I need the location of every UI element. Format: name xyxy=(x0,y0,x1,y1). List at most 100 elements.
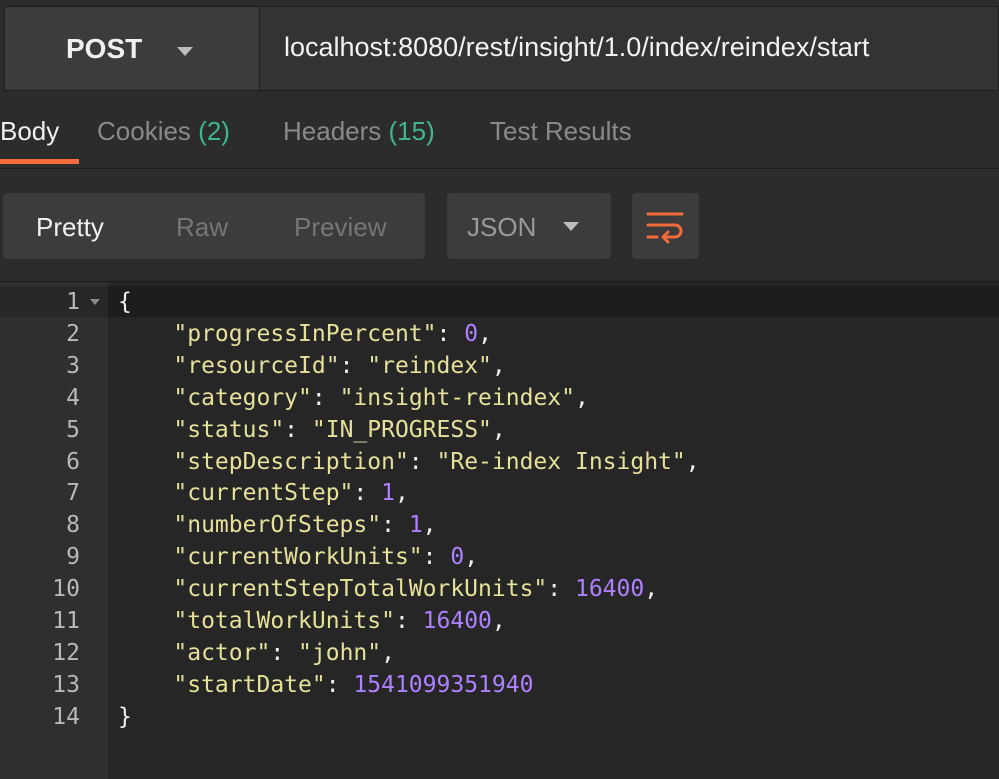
active-tab-indicator xyxy=(0,159,79,164)
line-number: 12 xyxy=(52,639,80,666)
json-value: 16400 xyxy=(574,576,645,603)
request-bar: POST localhost:8080/rest/insight/1.0/ind… xyxy=(0,0,999,97)
tab-label: Body xyxy=(0,116,60,146)
json-comma: , xyxy=(644,576,659,603)
json-comma: , xyxy=(491,352,506,379)
format-label: JSON xyxy=(467,212,537,242)
code-line: 4 "category": "insight-reindex", xyxy=(0,382,999,414)
tab-label: Cookies xyxy=(97,116,191,146)
url-input[interactable]: localhost:8080/rest/insight/1.0/index/re… xyxy=(259,6,999,91)
line-number: 5 xyxy=(66,416,80,443)
json-value: 0 xyxy=(464,320,479,347)
line-number: 4 xyxy=(66,384,80,411)
code-line: 5 "status": "IN_PROGRESS", xyxy=(0,414,999,446)
json-key: "stepDescription" xyxy=(173,448,409,475)
json-value: 1 xyxy=(408,512,423,539)
view-mode-group: Pretty Raw Preview xyxy=(3,193,425,259)
code-text: "startDate": 1541099351940 xyxy=(118,669,533,701)
view-raw-button[interactable]: Raw xyxy=(176,212,228,243)
json-value: "john" xyxy=(298,639,382,666)
code-text: } xyxy=(118,701,132,733)
tab-cookies[interactable]: Cookies (2) xyxy=(97,116,230,147)
tab-label: Test Results xyxy=(490,116,632,146)
view-pretty-button[interactable]: Pretty xyxy=(36,212,104,243)
json-value: 1 xyxy=(381,480,395,507)
json-key: "actor" xyxy=(173,639,271,666)
format-select[interactable]: JSON xyxy=(447,193,611,259)
json-key: "startDate" xyxy=(173,671,326,698)
code-text: "numberOfSteps": 1, xyxy=(118,509,437,541)
json-key: "resourceId" xyxy=(173,352,340,379)
json-key: "progressInPercent" xyxy=(173,320,437,347)
json-comma: , xyxy=(478,320,492,347)
tab-headers[interactable]: Headers (15) xyxy=(283,116,435,147)
json-comma: , xyxy=(574,384,589,411)
code-line: 8 "numberOfSteps": 1, xyxy=(0,509,999,541)
json-comma: , xyxy=(422,512,437,539)
tab-label: Headers xyxy=(283,116,382,146)
tab-body[interactable]: Body xyxy=(0,116,59,147)
code-text: "totalWorkUnits": 16400, xyxy=(118,605,506,637)
line-number: 9 xyxy=(66,544,80,571)
line-number: 1 xyxy=(66,289,80,315)
json-value: 1541099351940 xyxy=(353,671,534,698)
code-text: "currentStep": 1, xyxy=(118,477,409,509)
json-key: "category" xyxy=(173,384,312,411)
json-comma: , xyxy=(464,544,479,571)
code-line: 12 "actor": "john", xyxy=(0,637,999,669)
view-preview-button[interactable]: Preview xyxy=(294,212,386,243)
line-number: 6 xyxy=(66,448,80,475)
response-body-editor[interactable]: 1{2 "progressInPercent": 0, 3 "resourceId… xyxy=(0,281,999,779)
chevron-down-icon xyxy=(563,222,579,231)
json-colon: : xyxy=(436,320,465,347)
tab-count: (2) xyxy=(198,116,230,146)
line-number: 3 xyxy=(66,352,80,379)
json-key: "totalWorkUnits" xyxy=(173,608,395,634)
json-colon: : xyxy=(394,608,423,634)
code-text: { xyxy=(118,286,132,318)
json-colon: : xyxy=(339,352,368,379)
json-colon: : xyxy=(353,480,382,507)
chevron-down-icon xyxy=(177,47,193,56)
line-number: 2 xyxy=(66,320,80,347)
json-comma: , xyxy=(685,448,700,475)
code-line: 1{ xyxy=(0,286,999,318)
line-number: 8 xyxy=(66,512,80,539)
wrap-lines-button[interactable] xyxy=(632,193,699,259)
json-brace: { xyxy=(118,289,132,315)
code-text: "currentStepTotalWorkUnits": 16400, xyxy=(118,573,658,605)
json-key: "status" xyxy=(173,416,285,443)
tab-test-results[interactable]: Test Results xyxy=(490,116,632,147)
json-comma: , xyxy=(491,416,506,443)
code-text: "currentWorkUnits": 0, xyxy=(118,541,478,573)
json-key: "currentStep" xyxy=(173,480,354,507)
code-line: 10 "currentStepTotalWorkUnits": 16400, xyxy=(0,573,999,605)
json-brace: } xyxy=(118,703,132,730)
line-number: 11 xyxy=(52,608,80,634)
json-comma: , xyxy=(491,608,506,634)
json-value: 16400 xyxy=(422,608,492,634)
json-colon: : xyxy=(284,416,312,443)
response-tabs: Body Cookies (2) Headers (15) Test Resul… xyxy=(0,106,999,169)
json-key: "currentStepTotalWorkUnits" xyxy=(173,576,548,603)
wrap-lines-icon xyxy=(646,212,684,244)
method-select[interactable]: POST xyxy=(4,6,259,91)
json-colon: : xyxy=(270,639,299,666)
code-text: "status": "IN_PROGRESS", xyxy=(118,414,506,446)
code-line: 11 "totalWorkUnits": 16400, xyxy=(0,605,999,637)
tab-count: (15) xyxy=(388,116,435,146)
code-text: "actor": "john", xyxy=(118,637,395,669)
json-comma: , xyxy=(394,480,409,507)
json-value: "Re-index Insight" xyxy=(436,448,686,475)
line-number: 10 xyxy=(52,576,80,603)
line-number: 7 xyxy=(66,480,80,507)
method-label: POST xyxy=(66,33,143,64)
